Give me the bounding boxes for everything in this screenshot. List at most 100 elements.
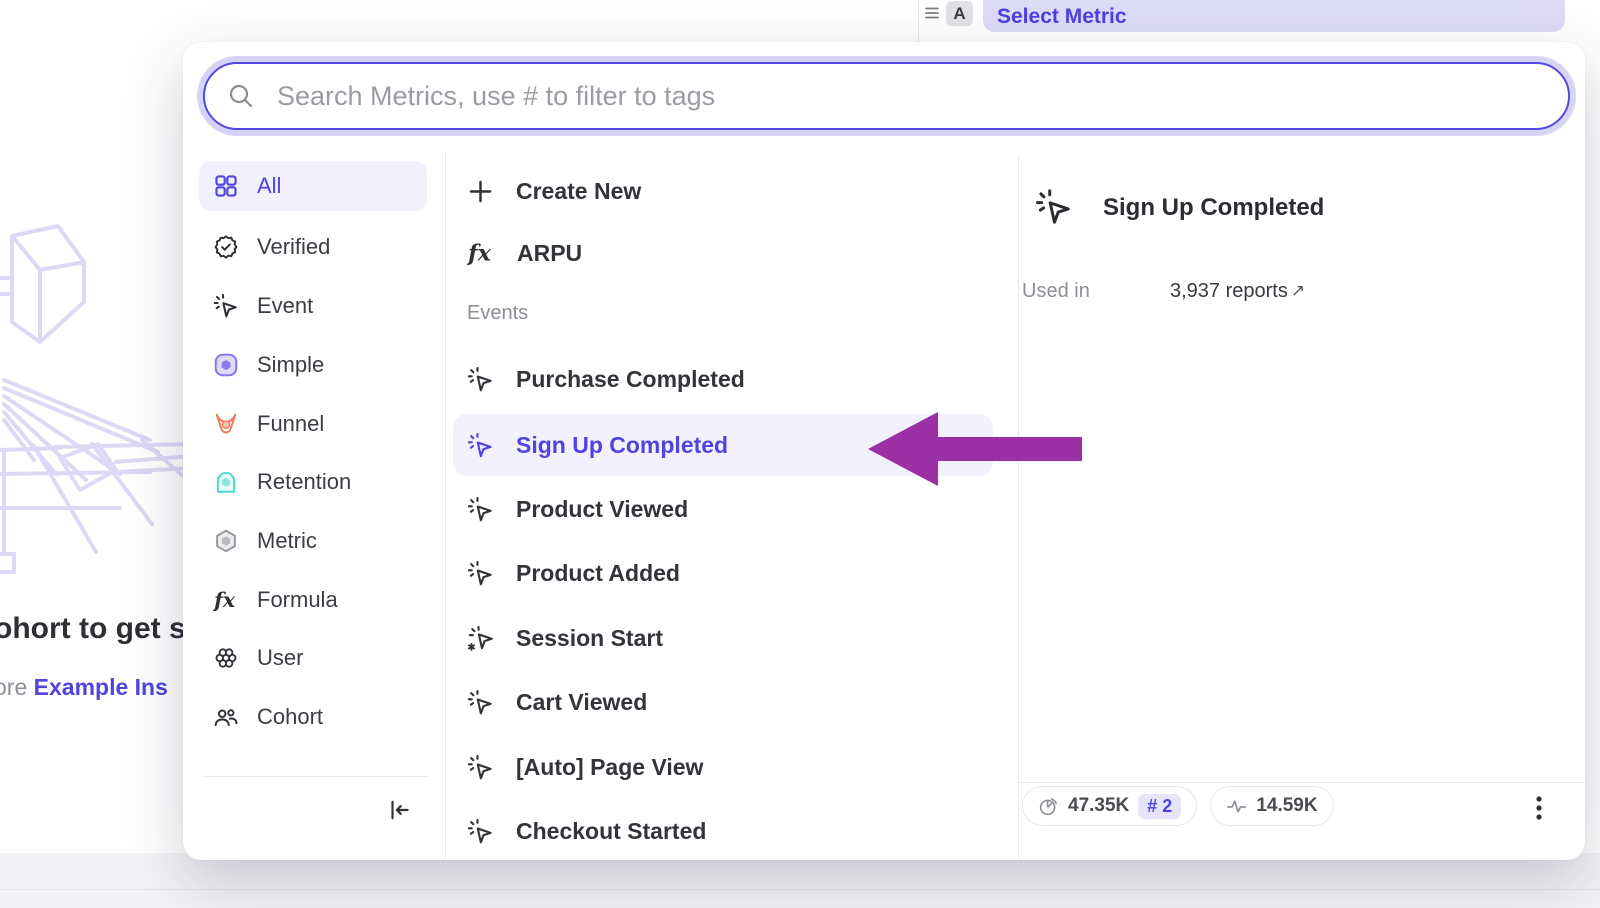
page-bottom-border <box>0 889 1600 890</box>
sidebar-item-funnel[interactable]: Funnel <box>199 399 427 449</box>
used-in-label: Used in <box>1022 280 1090 303</box>
panel-edge-divider <box>918 0 919 42</box>
plus-icon <box>467 178 494 205</box>
list-item-auto-page-view[interactable]: [Auto] Page View <box>453 736 993 798</box>
sidebar-item-verified[interactable]: Verified <box>199 222 427 272</box>
more-options-button[interactable] <box>1521 790 1557 826</box>
event-cursor-icon <box>1035 188 1073 231</box>
search-input[interactable] <box>277 66 1547 126</box>
list-item-label: Purchase Completed <box>516 366 745 393</box>
sidebar-item-formula[interactable]: Formula <box>199 575 427 625</box>
background-subtext: ore Example Ins <box>0 674 168 701</box>
sidebar-item-cohort[interactable]: Cohort <box>199 692 427 742</box>
sidebar-item-user[interactable]: User <box>199 633 427 683</box>
list-item-cart-viewed[interactable]: Cart Viewed <box>453 671 993 733</box>
sidebar-item-label: Formula <box>257 587 338 613</box>
sidebar-item-metric[interactable]: Metric <box>199 516 427 566</box>
sidebar-item-all[interactable]: All <box>199 161 427 211</box>
detail-divider <box>1018 156 1019 860</box>
list-item-sign-up-completed[interactable]: Sign Up Completed <box>453 414 993 476</box>
sidebar-item-label: Simple <box>257 352 324 378</box>
screen: ohort to get s ore Example Ins A Select … <box>0 0 1600 908</box>
event-cursor-icon <box>467 366 494 393</box>
stat-value: 47.35K <box>1068 795 1129 817</box>
list-item-purchase-completed[interactable]: Purchase Completed <box>453 348 993 410</box>
list-item-session-start[interactable]: Session Start <box>453 607 993 669</box>
list-item-label: Cart Viewed <box>516 689 647 716</box>
sidebar-item-retention[interactable]: Retention <box>199 457 427 507</box>
activity-pulse-icon <box>1226 796 1247 817</box>
search-bar[interactable] <box>203 62 1570 130</box>
sidebar-item-label: Funnel <box>257 411 324 437</box>
reports-count: 3,937 reports <box>1170 280 1288 302</box>
formula-icon <box>213 587 239 613</box>
list-item-label: Product Added <box>516 560 680 587</box>
list-item-arpu[interactable]: ARPU <box>453 222 993 284</box>
list-item-label: Sign Up Completed <box>516 432 728 459</box>
sidebar-divider <box>445 152 446 860</box>
detail-title: Sign Up Completed <box>1103 194 1324 222</box>
stat-value: 14.59K <box>1256 795 1317 817</box>
sidebar-item-event[interactable]: Event <box>199 281 427 331</box>
metric-stats: 47.35K # 2 14.59K <box>1022 786 1334 826</box>
pie-chart-icon <box>1038 796 1059 817</box>
events-section-header: Events <box>467 302 767 325</box>
formula-icon <box>467 239 495 267</box>
reports-link[interactable]: 3,937 reports↗ <box>1170 280 1302 303</box>
list-item-label: [Auto] Page View <box>516 754 703 781</box>
event-cursor-icon <box>467 496 494 523</box>
list-item-product-viewed[interactable]: Product Viewed <box>453 478 993 540</box>
arrow-up-right-icon: ↗ <box>1291 281 1305 300</box>
retention-icon <box>213 469 239 495</box>
example-insights-link[interactable]: Example Ins <box>34 674 168 700</box>
event-cursor-icon <box>467 432 494 459</box>
sidebar-item-label: User <box>257 645 303 671</box>
metric-hexagon-icon <box>213 528 239 554</box>
sidebar-item-label: Retention <box>257 469 351 495</box>
list-item-product-added[interactable]: Product Added <box>453 542 993 604</box>
collapse-sidebar-button[interactable] <box>379 790 419 830</box>
sidebar-item-simple[interactable]: Simple <box>199 340 427 390</box>
create-new-label: Create New <box>516 178 641 205</box>
select-metric-label: Select Metric <box>997 5 1127 29</box>
list-item-label: Product Viewed <box>516 496 688 523</box>
metric-picker-dialog: All Verified Event Simple Funnel Retenti… <box>183 42 1585 860</box>
total-count-chip[interactable]: 47.35K # 2 <box>1022 786 1197 826</box>
select-metric-button[interactable]: Select Metric <box>983 0 1565 32</box>
background-subtext-prefix: ore <box>0 674 27 700</box>
collapse-left-icon <box>386 797 412 823</box>
user-flower-icon <box>213 645 239 671</box>
kebab-menu-icon <box>1529 795 1549 821</box>
grid-icon <box>213 173 239 199</box>
search-icon <box>227 82 255 110</box>
sidebar-item-label: All <box>257 173 281 199</box>
sidebar-item-label: Metric <box>257 528 317 554</box>
detail-footer-divider <box>1019 782 1585 783</box>
list-item-label: Session Start <box>516 625 663 652</box>
list-item-checkout-started[interactable]: Checkout Started <box>453 800 993 860</box>
funnel-icon <box>213 411 239 437</box>
list-item-label: Checkout Started <box>516 818 706 845</box>
simple-icon <box>213 352 239 378</box>
background-heading-fragment: ohort to get s <box>0 612 186 646</box>
series-letter-chip: A <box>946 1 973 26</box>
sidebar-item-label: Cohort <box>257 704 323 730</box>
list-item-label: ARPU <box>517 240 582 267</box>
wireframe-art <box>0 222 192 584</box>
event-cursor-icon <box>467 754 494 781</box>
activity-count-chip[interactable]: 14.59K <box>1210 786 1333 826</box>
rank-badge: # 2 <box>1138 794 1181 819</box>
page-bottom-gutter <box>0 853 1600 908</box>
cohort-people-icon <box>213 704 239 730</box>
sidebar-footer-divider <box>203 776 428 777</box>
verified-badge-icon <box>213 234 239 260</box>
event-cursor-icon <box>467 818 494 845</box>
event-session-icon <box>467 625 494 652</box>
sidebar-item-label: Verified <box>257 234 330 260</box>
sidebar-item-label: Event <box>257 293 313 319</box>
create-new-button[interactable]: Create New <box>453 160 993 222</box>
event-cursor-icon <box>213 293 239 319</box>
drag-handle-icon[interactable] <box>923 4 941 27</box>
event-cursor-icon <box>467 689 494 716</box>
event-cursor-icon <box>467 560 494 587</box>
